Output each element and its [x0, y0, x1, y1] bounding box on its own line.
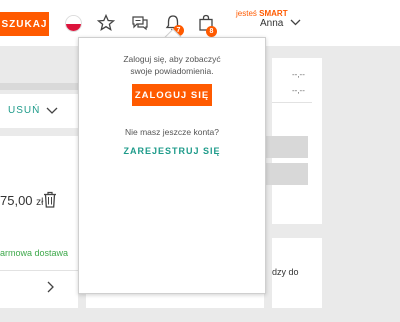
bag-badge: 8: [206, 26, 217, 37]
popup-message-line: swoje powiadomienia.: [130, 66, 214, 76]
cart-item-card: [0, 136, 78, 308]
popup-message-line: Zaloguj się, aby zobaczyć: [123, 54, 221, 64]
no-account-text: Nie masz jeszcze konta?: [124, 127, 219, 137]
divider: [272, 102, 312, 103]
register-link[interactable]: ZAREJESTRUJ SIĘ: [79, 146, 265, 156]
left-gray-strip: [0, 83, 78, 90]
chat-icon[interactable]: [130, 13, 150, 33]
remove-button[interactable]: USUŃ: [8, 105, 40, 116]
poland-flag-icon[interactable]: [65, 15, 82, 32]
search-button[interactable]: SZUKAJ: [0, 12, 49, 36]
summary-value-1: --,--: [292, 70, 305, 79]
disabled-button[interactable]: [262, 163, 308, 185]
price-value: 75,00: [0, 193, 33, 208]
disabled-button[interactable]: [262, 136, 308, 158]
login-button[interactable]: ZALOGUJ SIĘ: [132, 84, 212, 106]
summary-value-2: --,--: [292, 86, 305, 95]
item-price: 75,00 zł: [0, 193, 43, 208]
trash-icon[interactable]: [43, 191, 57, 208]
smart-brand: SMART: [259, 9, 288, 18]
star-icon[interactable]: [96, 13, 116, 33]
notifications-popup: Zaloguj się, aby zobaczyć swoje powiadom…: [78, 37, 266, 294]
smart-status: jesteś SMART: [236, 9, 288, 18]
popup-message: Zaloguj się, aby zobaczyć swoje powiadom…: [79, 53, 265, 77]
delivery-info: armowa dostawa: [0, 248, 69, 258]
user-name[interactable]: Anna: [260, 18, 283, 29]
divider: [0, 270, 78, 271]
chevron-right-icon[interactable]: [46, 281, 55, 293]
chevron-down-icon[interactable]: [290, 18, 301, 27]
smart-prefix: jesteś: [236, 9, 257, 18]
info-text: dzy do: [272, 267, 299, 277]
chevron-down-icon[interactable]: [46, 106, 58, 115]
